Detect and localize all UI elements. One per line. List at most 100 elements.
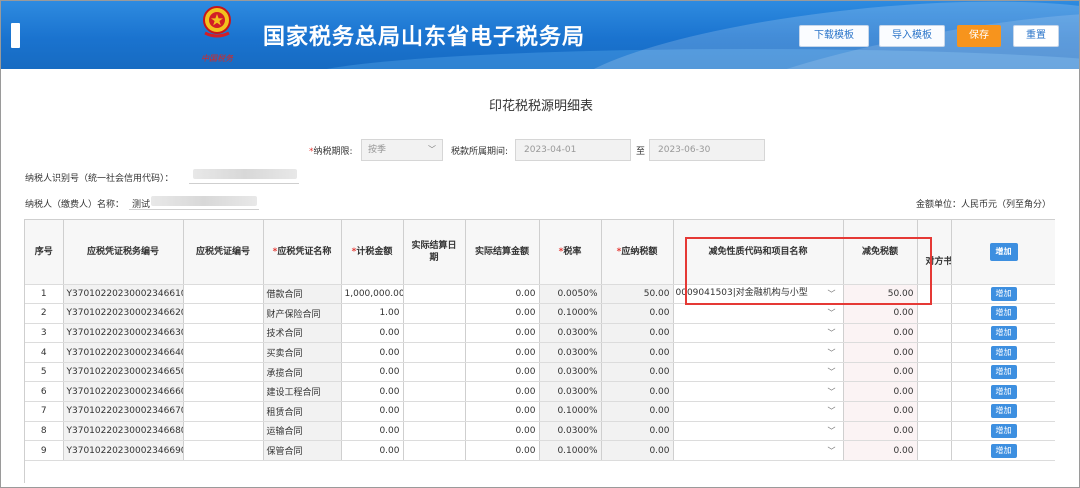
row-settle-amount-input[interactable]: 0.00 — [465, 362, 540, 383]
row-voucher-no-input[interactable] — [183, 284, 264, 305]
row-taxable-amount-input[interactable]: 1,000,000.00 — [341, 284, 404, 305]
row-add-button[interactable]: 增加 — [951, 401, 1055, 422]
row-settle-date-input[interactable] — [403, 284, 466, 305]
row-voucher-no-input[interactable] — [183, 401, 264, 422]
row-voucher-no-input[interactable] — [183, 440, 264, 461]
row-tax-payable: 0.00 — [601, 323, 674, 344]
row-voucher-no-input[interactable] — [183, 381, 264, 403]
row-counterparty[interactable] — [917, 303, 952, 324]
row-reduction-amount[interactable]: 0.00 — [843, 421, 918, 442]
row-voucher-no-input[interactable] — [183, 362, 264, 383]
add-row-button[interactable]: 增加 — [990, 365, 1017, 380]
download-template-button[interactable]: 下载模板 — [799, 25, 869, 47]
save-button[interactable]: 保存 — [957, 25, 1001, 47]
row-voucher-no-input[interactable] — [183, 303, 264, 324]
row-settle-amount-input[interactable]: 0.00 — [465, 421, 540, 442]
row-reduction-code-select[interactable]: ﹀ — [673, 421, 844, 442]
row-taxable-amount-input[interactable]: 1.00 — [341, 303, 404, 324]
row-settle-date-input[interactable] — [403, 362, 466, 383]
chevron-down-icon: ﹀ — [827, 367, 836, 377]
add-row-button[interactable]: 增加 — [990, 384, 1017, 399]
col-tax-rate: 税率 — [563, 246, 582, 257]
row-reduction-code-select[interactable]: ﹀ — [673, 303, 844, 324]
row-seq: 8 — [25, 421, 64, 442]
row-taxable-amount-input[interactable]: 0.00 — [341, 342, 404, 363]
row-reduction-code-select[interactable]: ﹀ — [673, 381, 844, 403]
row-counterparty[interactable] — [917, 284, 952, 305]
row-settle-amount-input[interactable]: 0.00 — [465, 381, 540, 403]
row-taxable-amount-input[interactable]: 0.00 — [341, 381, 404, 403]
row-settle-date-input[interactable] — [403, 421, 466, 442]
row-settle-amount-input[interactable]: 0.00 — [465, 284, 540, 305]
row-reduction-amount[interactable]: 0.00 — [843, 401, 918, 422]
row-reduction-amount[interactable]: 0.00 — [843, 323, 918, 344]
period-start-input[interactable]: 2023-04-01 — [515, 139, 631, 161]
row-reduction-code-select[interactable]: ﹀ — [673, 342, 844, 363]
row-counterparty[interactable] — [917, 381, 952, 403]
row-add-button[interactable]: 增加 — [951, 303, 1055, 324]
row-taxable-amount-input[interactable]: 0.00 — [341, 401, 404, 422]
reset-button[interactable]: 重置 — [1013, 25, 1059, 47]
row-reduction-amount[interactable]: 50.00 — [843, 284, 918, 305]
add-row-button[interactable]: 增加 — [990, 306, 1017, 321]
row-add-button[interactable]: 增加 — [951, 323, 1055, 344]
row-voucher-no-input[interactable] — [183, 342, 264, 363]
row-add-button[interactable]: 增加 — [951, 362, 1055, 383]
row-seq: 5 — [25, 362, 64, 383]
row-add-button[interactable]: 增加 — [951, 421, 1055, 442]
add-row-button[interactable]: 增加 — [990, 404, 1017, 419]
row-tax-payable: 0.00 — [601, 401, 674, 422]
period-end-input[interactable]: 2023-06-30 — [649, 139, 765, 161]
row-taxable-amount-input[interactable]: 0.00 — [341, 323, 404, 344]
row-settle-date-input[interactable] — [403, 401, 466, 422]
row-voucher-no-input[interactable] — [183, 323, 264, 344]
row-counterparty[interactable] — [917, 401, 952, 422]
row-reduction-amount[interactable]: 0.00 — [843, 362, 918, 383]
row-tax-rate: 0.0300% — [539, 421, 602, 442]
tax-period-select[interactable]: 按季 ﹀ — [361, 139, 443, 161]
row-reduction-code-select[interactable]: ﹀ — [673, 401, 844, 422]
row-add-button[interactable]: 增加 — [951, 284, 1055, 305]
row-add-button[interactable]: 增加 — [951, 381, 1055, 403]
table-row: 9 Y37010220230002346690 保管合同 0.00 0.00 0.1000… — [25, 440, 1055, 461]
add-row-button[interactable]: 增加 — [990, 286, 1017, 301]
row-counterparty[interactable] — [917, 362, 952, 383]
row-reduction-amount[interactable]: 0.00 — [843, 440, 918, 461]
row-counterparty[interactable] — [917, 421, 952, 442]
add-row-header-button[interactable]: 增加 — [989, 242, 1018, 261]
row-add-button[interactable]: 增加 — [951, 342, 1055, 363]
row-reduction-code-select[interactable]: ﹀ — [673, 323, 844, 344]
row-settle-amount-input[interactable]: 0.00 — [465, 440, 540, 461]
import-template-button[interactable]: 导入模板 — [879, 25, 945, 47]
row-reduction-amount[interactable]: 0.00 — [843, 381, 918, 403]
row-counterparty[interactable] — [917, 323, 952, 344]
row-settle-amount-input[interactable]: 0.00 — [465, 303, 540, 324]
row-settle-amount-input[interactable]: 0.00 — [465, 342, 540, 363]
row-taxable-amount-input[interactable]: 0.00 — [341, 362, 404, 383]
row-settle-amount-input[interactable]: 0.00 — [465, 401, 540, 422]
add-row-button[interactable]: 增加 — [990, 423, 1017, 438]
add-row-button[interactable]: 增加 — [990, 443, 1017, 458]
row-reduction-code-select[interactable]: ﹀ — [673, 362, 844, 383]
row-settle-date-input[interactable] — [403, 323, 466, 344]
row-counterparty[interactable] — [917, 342, 952, 363]
add-row-button[interactable]: 增加 — [990, 325, 1017, 340]
row-taxable-amount-input[interactable]: 0.00 — [341, 421, 404, 442]
row-tax-rate: 0.0300% — [539, 362, 602, 383]
row-settle-amount-input[interactable]: 0.00 — [465, 323, 540, 344]
row-reduction-amount[interactable]: 0.00 — [843, 342, 918, 363]
row-settle-date-input[interactable] — [403, 440, 466, 461]
reduction-code-value: 0009041503|对金融机构与小型 — [675, 287, 808, 298]
row-settle-date-input[interactable] — [403, 303, 466, 324]
row-reduction-amount[interactable]: 0.00 — [843, 303, 918, 324]
row-reduction-code-select[interactable]: 0009041503|对金融机构与小型 ﹀ — [673, 284, 844, 305]
row-counterparty[interactable] — [917, 440, 952, 461]
row-taxable-amount-input[interactable]: 0.00 — [341, 440, 404, 461]
row-reduction-code-select[interactable]: ﹀ — [673, 440, 844, 461]
row-add-button[interactable]: 增加 — [951, 440, 1055, 461]
sidebar-toggle-icon[interactable] — [11, 23, 20, 48]
add-row-button[interactable]: 增加 — [990, 345, 1017, 360]
row-settle-date-input[interactable] — [403, 381, 466, 403]
row-voucher-no-input[interactable] — [183, 421, 264, 442]
row-settle-date-input[interactable] — [403, 342, 466, 363]
